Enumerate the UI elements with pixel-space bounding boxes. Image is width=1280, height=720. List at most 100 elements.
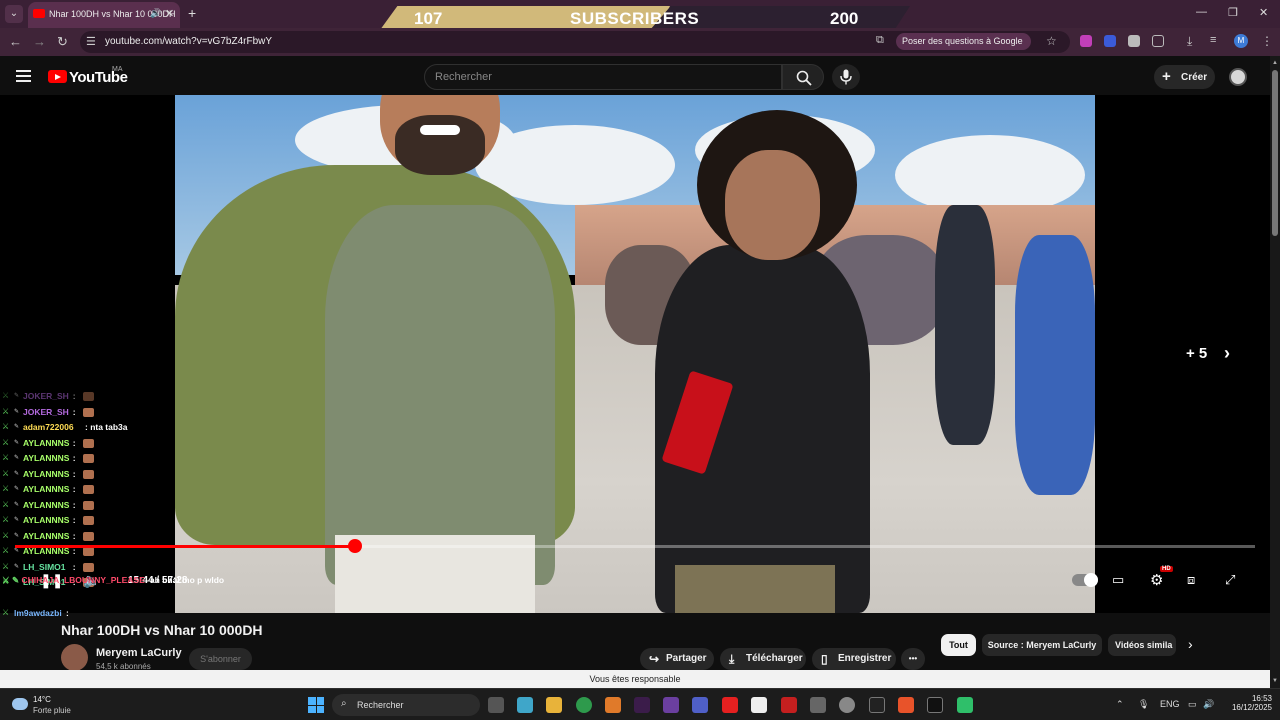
copilot-icon[interactable] (517, 697, 533, 713)
cast-icon[interactable]: ⧉ (876, 34, 884, 47)
app-icon[interactable] (781, 697, 797, 713)
teams-icon[interactable] (692, 697, 708, 713)
save-label: Enregistrer (838, 653, 892, 664)
file-explorer-icon[interactable] (546, 697, 562, 713)
menu-hamburger-icon[interactable] (16, 70, 31, 82)
filter-chip[interactable]: Source : Meryem LaCurly (982, 634, 1102, 656)
fullscreen-icon[interactable]: ⤢ (1225, 572, 1235, 588)
app-icon[interactable] (605, 697, 621, 713)
app-icon[interactable] (810, 697, 826, 713)
display-icon[interactable]: ▭ (1188, 699, 1197, 710)
ask-google-button[interactable]: Poser des questions à Google (896, 33, 1031, 50)
downloads-icon[interactable]: ⤓ (1187, 34, 1192, 49)
app-icon[interactable] (663, 697, 679, 713)
reload-icon[interactable]: ↻ (57, 34, 68, 50)
app-icon[interactable] (634, 697, 650, 713)
youtube-app-icon[interactable] (722, 697, 738, 713)
forward-icon[interactable]: → (33, 34, 46, 49)
scrollbar-thumb[interactable] (1272, 70, 1278, 236)
bookmark-star-icon[interactable]: ☆ (1046, 34, 1057, 48)
extensions-puzzle-icon[interactable] (1152, 35, 1164, 47)
tab-speaker-icon[interactable]: 🔊 (150, 8, 161, 19)
video-frame[interactable] (175, 95, 1095, 613)
chat-message-overlap: ⚔ ✎ CHIHAJA_LBOUNNY_PLEASE: ah bhal mo p… (2, 575, 224, 586)
search-button[interactable] (782, 64, 824, 90)
download-button[interactable]: ⤓ Télécharger (720, 648, 806, 670)
account-avatar[interactable] (1229, 68, 1247, 86)
browser-tab-youtube[interactable]: Nhar 100DH vs Nhar 10 000DH 🔊 ✕ (28, 2, 180, 28)
chat-badge-icon: ✎ (14, 455, 20, 461)
subtitles-icon[interactable]: ▭ (1112, 572, 1124, 588)
clock-time: 16:53 (1251, 694, 1272, 703)
autoplay-toggle[interactable] (1072, 573, 1098, 587)
scroll-down-icon[interactable]: ▼ (1272, 678, 1278, 684)
filter-chip[interactable]: Vidéos simila (1108, 634, 1176, 656)
weather-cloud-icon[interactable] (12, 698, 28, 710)
taskbar-clock[interactable]: 16:53 16/12/2025 (1226, 694, 1272, 712)
chat-username: AYLANNNS (23, 468, 70, 479)
channel-avatar[interactable] (61, 644, 88, 671)
weather-description[interactable]: Forte pluie (33, 706, 71, 715)
chat-emote-icon (83, 469, 94, 479)
save-button[interactable]: ▯ Enregistrer (812, 648, 896, 670)
video-scene-person-shirt (325, 205, 555, 585)
app-icon[interactable] (869, 697, 885, 713)
extension-icon[interactable] (1080, 35, 1092, 47)
video-scene-person-beard (395, 115, 485, 175)
more-videos-count[interactable]: + 5 (1186, 345, 1207, 362)
tray-chevron-up-icon[interactable]: ⌃ (1116, 699, 1124, 710)
chat-username: AYLANNNS (23, 530, 70, 541)
brave-icon[interactable] (898, 697, 914, 713)
progress-scrubber[interactable] (347, 539, 362, 553)
chat-message: : (72, 453, 76, 463)
restore-icon[interactable]: ❐ (1228, 6, 1238, 19)
app-icon[interactable] (751, 697, 767, 713)
chrome-icon[interactable] (576, 697, 592, 713)
chat-badge-icon: ✎ (14, 486, 20, 492)
microphone-tray-icon[interactable]: 🎙 (1138, 699, 1149, 710)
share-button[interactable]: ↪ Partager (640, 648, 714, 670)
task-view-icon[interactable] (488, 697, 504, 713)
tiktok-icon[interactable] (927, 697, 943, 713)
app-icon[interactable] (839, 697, 855, 713)
scroll-up-icon[interactable]: ▲ (1272, 60, 1278, 66)
browser-tab-strip: ⌄ Nhar 100DH vs Nhar 10 000DH 🔊 ✕ + 107 … (0, 0, 1280, 30)
window-close-icon[interactable]: ✕ (1259, 6, 1268, 19)
create-button[interactable]: + Créer (1154, 65, 1215, 89)
voice-search-button[interactable] (832, 64, 860, 90)
app-icon[interactable] (957, 697, 973, 713)
channel-name[interactable]: Meryem LaCurly (96, 647, 182, 659)
progress-bar[interactable] (15, 539, 1255, 553)
moderator-sword-icon: ⚔ (2, 391, 10, 400)
minimize-icon[interactable]: — (1196, 6, 1207, 18)
new-tab-button[interactable]: + (188, 5, 196, 21)
back-icon[interactable]: ← (9, 34, 22, 49)
chat-message: : (72, 561, 76, 572)
windows-start-icon[interactable] (308, 697, 324, 713)
chevron-right-icon[interactable]: › (1224, 343, 1230, 364)
moderator-sword-icon: ⚔ (2, 484, 10, 493)
more-actions-button[interactable]: ••• (901, 648, 925, 670)
settings-icon[interactable]: ⚙ (1150, 571, 1163, 589)
language-indicator[interactable]: ENG (1160, 699, 1180, 709)
tab-close-icon[interactable]: ✕ (165, 7, 174, 20)
volume-tray-icon[interactable]: 🔊 (1203, 699, 1214, 710)
taskbar-search[interactable]: ⌕ Rechercher (332, 694, 480, 716)
search-input[interactable]: Rechercher (424, 64, 782, 90)
chat-line: ⚔ ✎ JOKER_SH: (2, 390, 202, 406)
chat-username: lm9awdazbi (14, 608, 62, 618)
extension-icon[interactable] (1128, 35, 1140, 47)
video-scene-woman-face (725, 150, 820, 260)
tab-search-icon[interactable]: ⌄ (5, 5, 23, 23)
weather-temperature[interactable]: 14°C (33, 695, 51, 704)
chips-next-icon[interactable]: › (1188, 636, 1193, 652)
extension-icon[interactable] (1104, 35, 1116, 47)
miniplayer-icon[interactable]: ⧈ (1187, 572, 1195, 588)
site-info-icon[interactable]: ☰ (86, 35, 96, 48)
download-icon: ⤓ (729, 652, 735, 666)
reading-list-icon[interactable]: ≡ (1210, 34, 1216, 46)
subscribe-button[interactable]: S'abonner (189, 648, 252, 670)
browser-profile-avatar[interactable]: M (1234, 34, 1248, 48)
filter-chip[interactable]: Tout (941, 634, 976, 656)
browser-menu-icon[interactable]: ⋮ (1261, 34, 1273, 48)
